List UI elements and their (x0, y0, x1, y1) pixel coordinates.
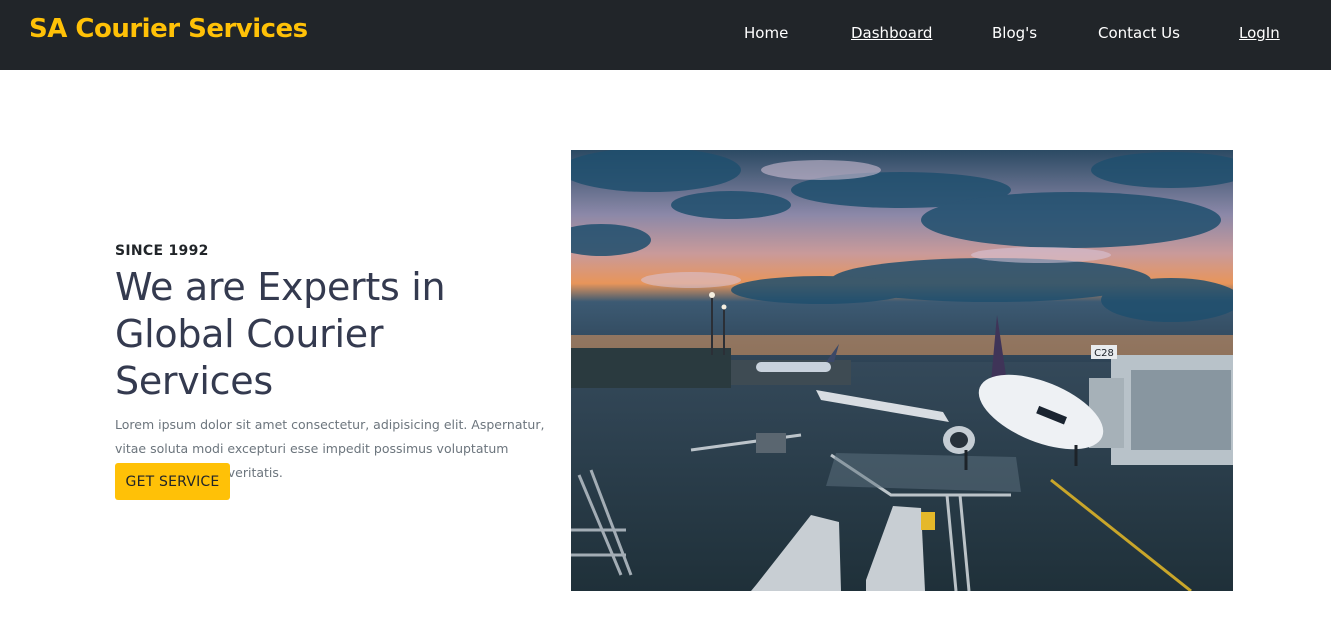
hero-image-airport: C28 (571, 150, 1233, 591)
nav-link-login[interactable]: LogIn (1239, 24, 1280, 42)
navbar: SA Courier Services Home Dashboard Blog'… (0, 0, 1331, 70)
nav-link-contact[interactable]: Contact Us (1098, 24, 1180, 42)
hero-title: We are Experts in Global Courier Service… (115, 264, 545, 405)
airport-illustration: C28 (571, 150, 1233, 591)
hero-title-line1: We are Experts in (115, 265, 446, 309)
get-service-button[interactable]: GET SERVICE (115, 463, 230, 500)
nav-link-home[interactable]: Home (744, 24, 788, 42)
hero-title-line2: Global Courier Services (115, 312, 384, 403)
hero-text: SINCE 1992 We are Experts in Global Cour… (115, 242, 545, 485)
brand-logo[interactable]: SA Courier Services (29, 14, 308, 44)
hero-eyebrow: SINCE 1992 (115, 243, 209, 259)
gate-sign: C28 (1094, 348, 1114, 359)
nav-link-dashboard[interactable]: Dashboard (851, 24, 932, 42)
nav-link-blogs[interactable]: Blog's (992, 24, 1037, 42)
